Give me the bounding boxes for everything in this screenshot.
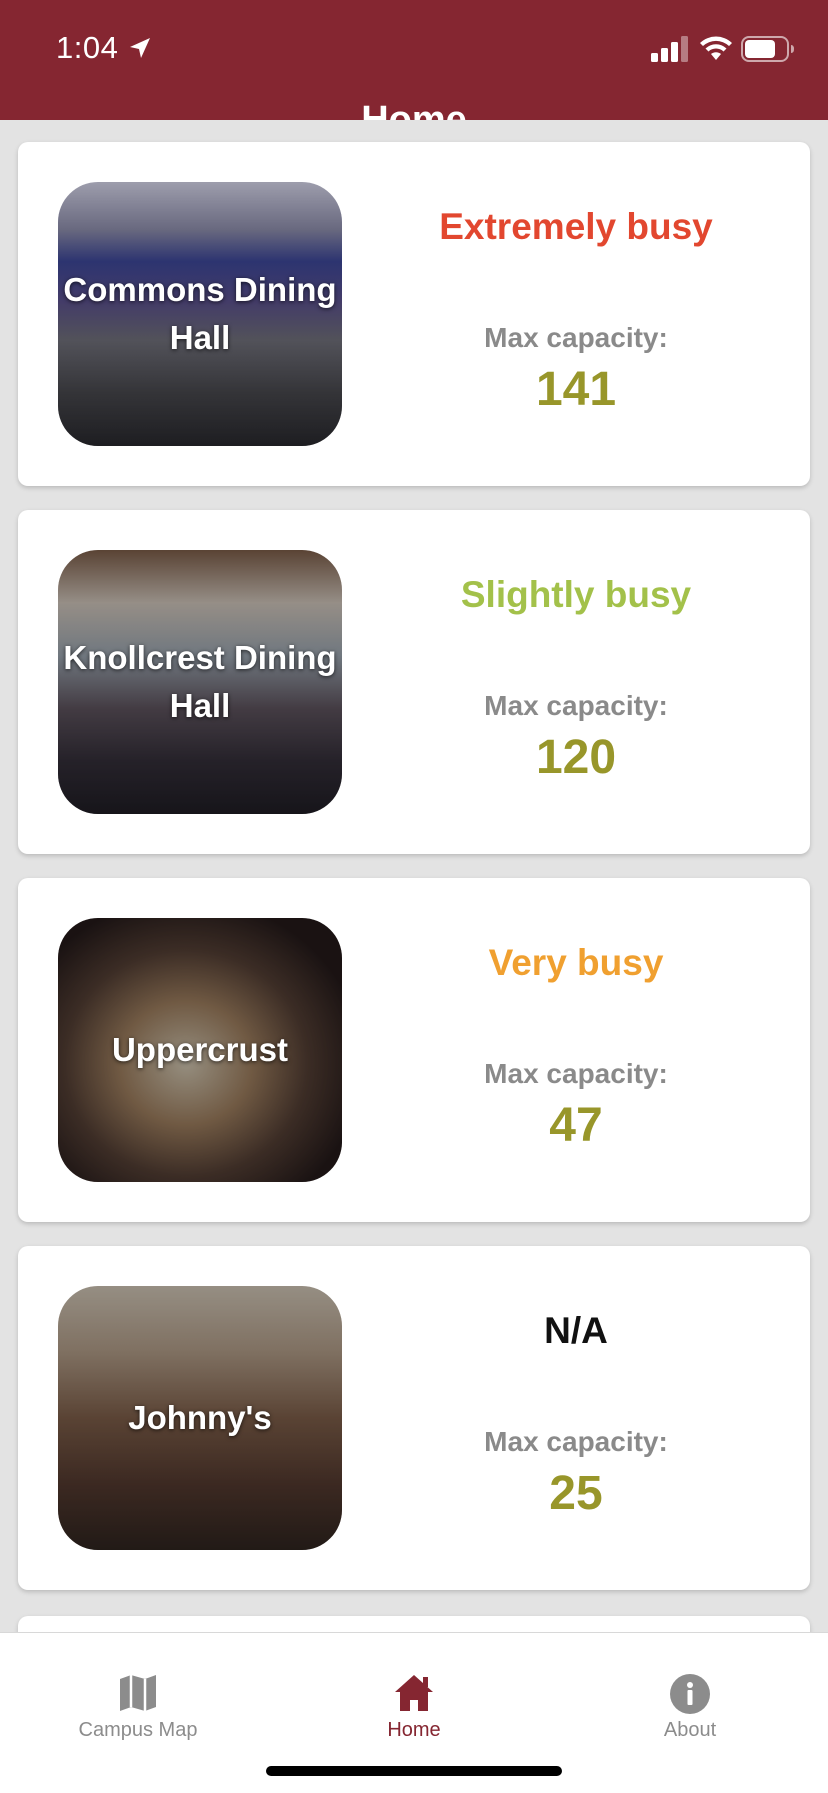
home-indicator: [266, 1766, 562, 1776]
tab-label: About: [663, 1719, 717, 1741]
battery-icon: [741, 36, 794, 62]
status-time: 1:04: [56, 30, 119, 65]
location-name: Uppercrust: [111, 1031, 289, 1068]
tab-about[interactable]: About: [552, 1633, 828, 1763]
info-icon: [670, 1674, 710, 1714]
tab-label: Campus Map: [78, 1719, 198, 1741]
location-card[interactable]: Commons Dining Hall Extremely busy Max c…: [18, 142, 810, 486]
location-photo: Knollcrest Dining Hall: [58, 550, 342, 814]
tab-campus-map[interactable]: Campus Map: [0, 1633, 276, 1763]
home-icon: [395, 1675, 433, 1711]
map-icon: [120, 1675, 156, 1711]
location-name: Knollcrest Dining Hall: [63, 639, 337, 724]
tab-label: Home: [387, 1719, 441, 1741]
tab-home[interactable]: Home: [276, 1633, 552, 1763]
capacity-value: 25: [549, 1467, 603, 1520]
page-title: Home: [361, 99, 467, 120]
wifi-icon: [700, 36, 732, 60]
cellular-signal-icon: [651, 36, 688, 62]
busy-status: Very busy: [488, 942, 664, 983]
capacity-label: Max capacity:: [484, 322, 668, 353]
capacity-label: Max capacity:: [484, 690, 668, 721]
location-photo: Commons Dining Hall: [58, 182, 342, 446]
location-card[interactable]: Knollcrest Dining Hall Slightly busy Max…: [18, 510, 810, 854]
capacity-value: 47: [549, 1099, 603, 1152]
capacity-value: 141: [535, 363, 617, 416]
location-photo: Uppercrust: [58, 918, 342, 1182]
app-header: 1:04 Home: [0, 0, 828, 120]
location-card[interactable]: Uppercrust Very busy Max capacity: 47: [18, 878, 810, 1222]
busy-status: Slightly busy: [460, 574, 692, 615]
location-name: Commons Dining Hall: [63, 271, 337, 356]
location-card[interactable]: Johnny's N/A Max capacity: 25: [18, 1246, 810, 1590]
busy-status: N/A: [544, 1310, 608, 1351]
location-photo: Johnny's: [58, 1286, 342, 1550]
busy-status: Extremely busy: [439, 206, 713, 247]
location-name: Johnny's: [128, 1399, 272, 1436]
capacity-label: Max capacity:: [484, 1426, 668, 1457]
capacity-value: 120: [535, 731, 617, 784]
capacity-label: Max capacity:: [484, 1058, 668, 1089]
location-arrow-icon: [130, 38, 150, 58]
